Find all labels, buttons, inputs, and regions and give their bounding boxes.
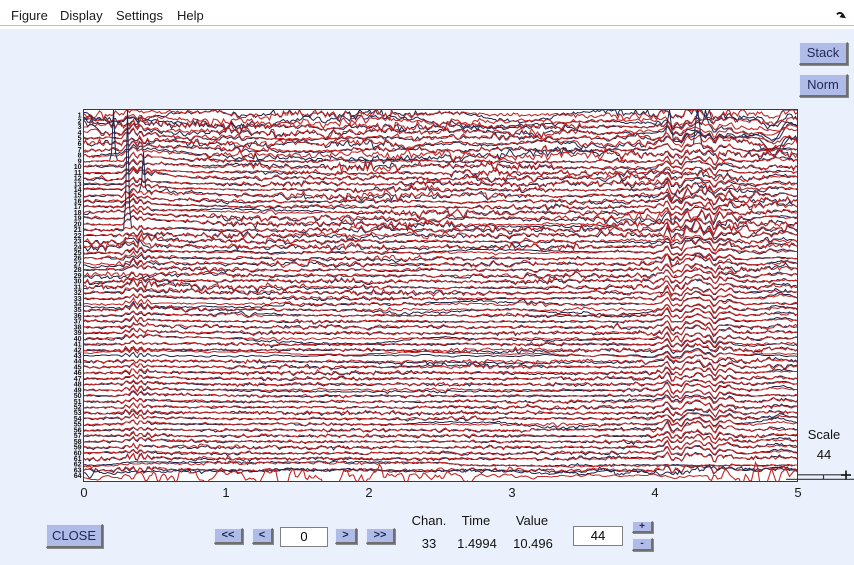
svg-text:3: 3: [508, 485, 515, 500]
svg-text:0: 0: [80, 485, 87, 500]
svg-text:2: 2: [365, 485, 372, 500]
svg-text:5: 5: [794, 485, 801, 500]
svg-text:1: 1: [222, 485, 229, 500]
svg-text:64: 64: [74, 473, 82, 480]
svg-text:4: 4: [651, 485, 658, 500]
